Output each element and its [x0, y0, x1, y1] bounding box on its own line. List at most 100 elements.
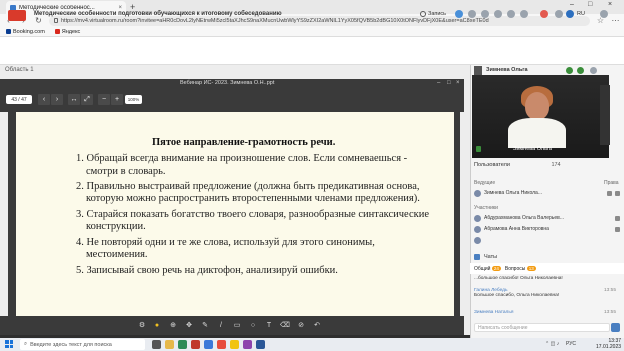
list-item[interactable]	[474, 235, 620, 245]
rectangle-tool-icon[interactable]: ▭	[232, 320, 242, 330]
reload-icon[interactable]: ↻	[34, 16, 43, 25]
tray-language[interactable]: РУС	[566, 341, 576, 347]
eraser-tool-icon[interactable]: ⌫	[280, 320, 290, 330]
tab-label: Вопросы	[504, 265, 526, 272]
line-tool-icon[interactable]: /	[216, 320, 226, 330]
tab-close-icon[interactable]: ×	[118, 5, 122, 11]
hand-raise-icon[interactable]	[540, 10, 548, 18]
clear-tool-icon[interactable]: ⊘	[296, 320, 306, 330]
slide-line: 5. Записывай свою речь на диктофон, анал…	[76, 265, 338, 276]
word-icon[interactable]	[256, 340, 265, 349]
slide-line: местоимения.	[86, 249, 148, 260]
event-title: Методические особенности подготовки обуч…	[34, 11, 282, 17]
avatar	[474, 236, 481, 244]
tab-questions[interactable]: Вопросы 13	[504, 265, 536, 272]
taskbar-clock[interactable]: 13:37 17.01.2023	[596, 338, 621, 350]
area-label: Область 1	[5, 67, 34, 73]
language-select[interactable]: RU	[577, 11, 585, 17]
zoom-in-icon[interactable]: +	[111, 94, 123, 105]
maximize-button[interactable]: □	[588, 1, 592, 8]
settings-tool-icon[interactable]: ⚙	[137, 320, 147, 330]
select-tool-icon[interactable]: ⊕	[168, 320, 178, 330]
file-explorer-icon[interactable]	[165, 340, 174, 349]
bookmark-yandex[interactable]: Яндекс	[54, 28, 81, 35]
app-icon[interactable]	[204, 340, 213, 349]
bookmark-booking[interactable]: Booking.com	[6, 29, 45, 35]
browser-menu-icon[interactable]: ⋯	[611, 16, 620, 25]
flag-icon	[566, 10, 574, 18]
app-logo	[8, 10, 26, 21]
color-tool-icon[interactable]: ●	[152, 320, 162, 330]
users-header[interactable]: Пользователи 174	[474, 162, 561, 168]
rights-label: Права	[604, 180, 619, 186]
tab-general[interactable]: Общий 24	[474, 265, 501, 272]
next-slide-icon[interactable]: ›	[51, 94, 63, 105]
layout-icon[interactable]	[555, 10, 563, 18]
bookmark-label: Booking.com	[13, 28, 45, 35]
windows-start-icon[interactable]	[5, 340, 13, 348]
ellipse-tool-icon[interactable]: ○	[248, 320, 258, 330]
message-text: Большое спасибо, Ольга Николаевна!	[474, 293, 560, 298]
pres-close-icon[interactable]: ×	[456, 80, 460, 86]
speaker-expand-icon[interactable]	[590, 67, 597, 74]
page-indicator[interactable]: 43 / 47	[6, 95, 32, 104]
users-header-label: Пользователи	[474, 162, 510, 168]
lock-icon	[54, 18, 58, 23]
chrome-icon[interactable]	[230, 340, 239, 349]
chat-message: Зимнева Наталья 13:55	[474, 310, 620, 315]
url-text: https://mv4.virtualroom.ru/room?invitee=…	[61, 17, 489, 24]
chats-header[interactable]: Чаты	[474, 252, 620, 262]
avatar	[474, 225, 481, 233]
slide-line: 3. Старайся показать богатство твоего сл…	[76, 209, 429, 220]
prev-slide-icon[interactable]: ‹	[38, 94, 50, 105]
list-item[interactable]: Абдурахманова Ольга Валерьев...	[474, 213, 620, 223]
avatar	[474, 189, 481, 197]
chat-tabs: Общий 24 Вопросы 13	[470, 263, 624, 274]
zoom-out-icon[interactable]: −	[98, 94, 110, 105]
chats-label: Чаты	[484, 254, 498, 260]
info-icon[interactable]	[455, 10, 463, 18]
fit-width-icon[interactable]: ↔	[68, 94, 80, 105]
list-item[interactable]: Абрамова Анна Викторовна	[474, 224, 620, 234]
edge-icon[interactable]	[178, 340, 187, 349]
zoom-level[interactable]: 100%	[125, 95, 142, 104]
taskbar-search-input[interactable]: ⌕ Введите здесь текст для поиска	[20, 339, 145, 350]
undo-tool-icon[interactable]: ↶	[312, 320, 322, 330]
list-item[interactable]: Зимнева Ольга Никола...	[474, 188, 620, 198]
slide-line: 4. Не повторяй одни и те же слова, испол…	[76, 237, 375, 248]
app-icon[interactable]	[191, 340, 200, 349]
tab-label: Общий	[474, 265, 491, 272]
participant-name: Зимнева Ольга Никола...	[484, 190, 542, 196]
pen-tool-icon[interactable]: ✎	[200, 320, 210, 330]
speaker-mic-icon[interactable]	[566, 67, 573, 74]
settings-icon[interactable]	[520, 10, 528, 18]
text-tool-icon[interactable]: T	[264, 320, 274, 330]
users-icon[interactable]	[468, 10, 476, 18]
tray-icons[interactable]: ⌃ ◫ ♪	[545, 341, 559, 347]
move-tool-icon[interactable]: ✥	[184, 320, 194, 330]
app-icon[interactable]	[243, 340, 252, 349]
send-icon[interactable]	[611, 323, 620, 332]
camera-icon[interactable]	[481, 10, 489, 18]
fit-page-icon[interactable]: ⤢	[81, 94, 93, 105]
bookmark-label: Яндекс	[61, 28, 81, 35]
app-icon[interactable]	[217, 340, 226, 349]
record-label[interactable]: Запись	[428, 11, 446, 17]
minimize-button[interactable]: –	[570, 1, 574, 8]
speaker-camera-icon[interactable]	[577, 67, 584, 74]
chat-message: Галина Лебедь 13:55 Большое спасибо, Оль…	[474, 288, 620, 298]
app-header	[0, 37, 624, 65]
pres-expand-icon[interactable]: □	[447, 80, 451, 86]
mic-icon	[615, 190, 620, 196]
pres-minimize-icon[interactable]: –	[437, 80, 440, 86]
record-icon[interactable]	[420, 11, 426, 17]
chat-input[interactable]: Написать сообщение	[474, 323, 610, 332]
microphone-icon[interactable]	[494, 10, 502, 18]
close-window-button[interactable]: ×	[608, 1, 612, 8]
participant-name: Абдурахманова Ольга Валерьев...	[484, 215, 564, 221]
task-view-icon[interactable]	[152, 340, 161, 349]
video-person-body	[508, 118, 566, 148]
exit-icon[interactable]	[600, 10, 608, 18]
yandex-icon	[54, 29, 60, 34]
screen-share-icon[interactable]	[507, 10, 515, 18]
